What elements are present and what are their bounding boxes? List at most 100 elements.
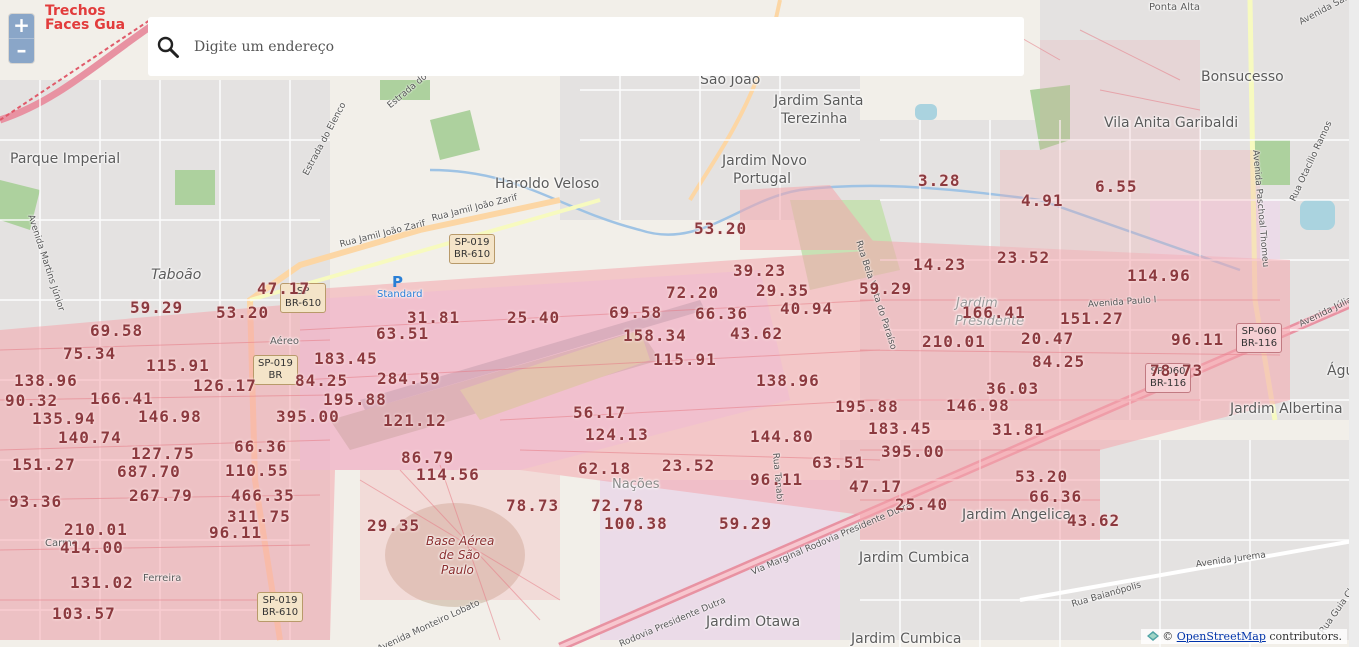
value-label: 100.38 <box>604 514 668 533</box>
value-label: 96.11 <box>750 470 804 489</box>
map-basemap <box>0 0 1359 647</box>
value-label: 115.91 <box>653 350 717 369</box>
value-label: 144.80 <box>750 427 814 446</box>
value-label: 29.35 <box>367 516 421 535</box>
value-label: 114.56 <box>416 465 480 484</box>
layer-title-line: Faces Gua <box>45 17 126 33</box>
value-label: 195.88 <box>835 397 899 416</box>
value-label: 31.81 <box>992 420 1046 439</box>
value-label: 138.96 <box>14 371 78 390</box>
zoom-control: + – <box>9 14 34 63</box>
value-label: 72.78 <box>591 496 645 515</box>
value-label: 210.01 <box>64 520 128 539</box>
value-label: 75.34 <box>63 344 117 363</box>
value-label: 146.98 <box>946 396 1010 415</box>
value-label: 183.45 <box>868 419 932 438</box>
value-label: 59.29 <box>130 298 184 317</box>
value-label: 6.55 <box>1095 177 1138 196</box>
attribution-suffix: contributors. <box>1269 630 1342 643</box>
value-label: 23.52 <box>662 456 716 475</box>
value-label: 96.11 <box>209 523 263 542</box>
value-label: 96.11 <box>1171 330 1225 349</box>
search-input[interactable] <box>192 31 996 63</box>
value-label: 158.34 <box>623 326 687 345</box>
parking-icon: P <box>392 273 403 291</box>
value-label: 3.28 <box>918 171 961 190</box>
osm-link[interactable]: OpenStreetMap <box>1177 630 1266 643</box>
value-label: 146.98 <box>138 407 202 426</box>
value-label: 267.79 <box>129 486 193 505</box>
value-label: 131.02 <box>70 573 134 592</box>
value-label: 395.00 <box>276 407 340 426</box>
value-label: 84.25 <box>1032 352 1086 371</box>
value-label: 23.52 <box>997 248 1051 267</box>
value-label: 66.36 <box>234 437 288 456</box>
road-shield: SP-019 BR <box>253 355 298 385</box>
value-label: 29.35 <box>756 281 810 300</box>
search-icon[interactable] <box>156 35 180 59</box>
layer-title: Trechos Faces Gua <box>45 4 125 32</box>
value-label: 69.58 <box>609 303 663 322</box>
value-label: 20.47 <box>1021 329 1075 348</box>
value-label: 115.91 <box>146 356 210 375</box>
map-canvas[interactable]: Parque Imperial Taboão São João Jardim S… <box>0 0 1359 647</box>
value-label: 63.51 <box>812 453 866 472</box>
value-label: 40.94 <box>780 299 834 318</box>
value-label: 56.17 <box>573 403 627 422</box>
value-label: 124.13 <box>585 425 649 444</box>
value-label: 39.23 <box>733 261 787 280</box>
value-label: 43.62 <box>730 324 784 343</box>
attribution-prefix: © <box>1162 630 1174 643</box>
value-label: 4.91 <box>1021 191 1064 210</box>
value-label: 66.36 <box>695 304 749 323</box>
value-label: 210.01 <box>922 332 986 351</box>
value-label: 47.17 <box>257 279 311 298</box>
zoom-out-button[interactable]: – <box>9 38 34 63</box>
value-label: 414.00 <box>60 538 124 557</box>
value-label: 395.00 <box>881 442 945 461</box>
road-shield: SP-019 BR-610 <box>257 592 304 622</box>
value-label: 151.27 <box>12 455 76 474</box>
value-label: 53.20 <box>216 303 270 322</box>
value-label: 78.73 <box>506 496 560 515</box>
value-label: 466.35 <box>231 486 295 505</box>
value-label: 84.25 <box>295 371 349 390</box>
value-label: 63.51 <box>376 324 430 343</box>
value-label: 72.20 <box>666 283 720 302</box>
value-label: 151.27 <box>1060 309 1124 328</box>
road-shield: SP-060 BR-116 <box>1236 323 1283 353</box>
value-label: 43.62 <box>1067 511 1121 530</box>
value-label: 138.96 <box>756 371 820 390</box>
value-label: 93.36 <box>9 492 63 511</box>
value-label: 59.29 <box>719 514 773 533</box>
value-label: 114.96 <box>1127 266 1191 285</box>
value-label: 166.41 <box>90 389 154 408</box>
value-label: 166.41 <box>962 303 1026 322</box>
value-label: 66.36 <box>1029 487 1083 506</box>
value-label: 90.32 <box>5 391 59 410</box>
value-label: 183.45 <box>314 349 378 368</box>
value-label: 135.94 <box>32 409 96 428</box>
road-shield: SP-019 BR-610 <box>449 234 496 264</box>
value-label: 127.75 <box>131 444 195 463</box>
value-label: 53.20 <box>1015 467 1069 486</box>
value-label: 59.29 <box>859 279 913 298</box>
layer-title-line: Trechos <box>45 3 106 19</box>
value-label: 126.17 <box>193 376 257 395</box>
value-label: 78.73 <box>1150 361 1204 380</box>
value-label: 14.23 <box>913 255 967 274</box>
leaflet-icon <box>1147 631 1160 641</box>
value-label: 103.57 <box>52 604 116 623</box>
value-label: 25.40 <box>507 308 561 327</box>
map-attribution: © OpenStreetMap contributors. <box>1141 629 1347 644</box>
value-label: 687.70 <box>117 462 181 481</box>
search-bar <box>148 17 1024 76</box>
value-label: 121.12 <box>383 411 447 430</box>
value-label: 69.58 <box>90 321 144 340</box>
value-label: 53.20 <box>694 219 748 238</box>
page-scrollbar[interactable] <box>1349 0 1359 647</box>
value-label: 110.55 <box>225 461 289 480</box>
value-label: 47.17 <box>849 477 903 496</box>
value-label: 25.40 <box>895 495 949 514</box>
zoom-in-button[interactable]: + <box>9 14 34 38</box>
